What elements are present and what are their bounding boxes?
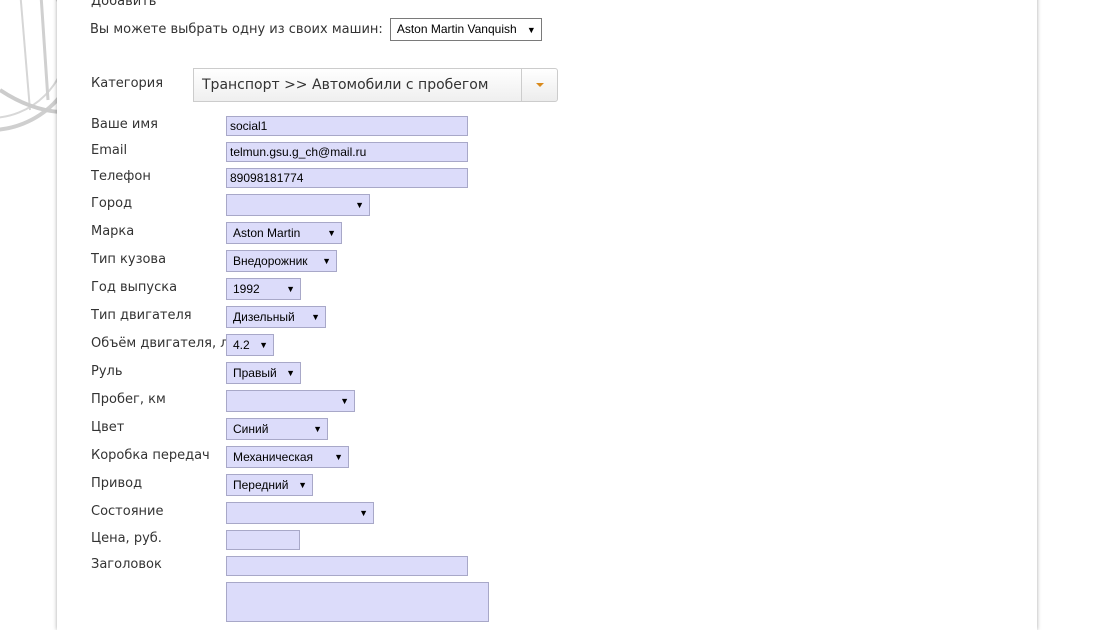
field-label: Ваше имя — [91, 117, 158, 132]
dropdown-arrow-icon: ▼ — [340, 396, 349, 406]
engine-type-select[interactable]: Дизельный ▼ — [226, 306, 326, 328]
choose-car-label: Вы можете выбрать одну из своих машин: — [90, 22, 383, 37]
headline-input[interactable] — [226, 556, 468, 576]
steering-select[interactable]: Правый ▼ — [226, 362, 301, 384]
add-title: Добавить — [91, 0, 157, 9]
condition-select[interactable]: ▼ — [226, 502, 374, 524]
choose-car-row: Вы можете выбрать одну из своих машин: A… — [90, 18, 542, 41]
background-wheel-decoration — [0, 0, 60, 132]
engine-volume-select[interactable]: 4.2 ▼ — [226, 334, 274, 356]
select-value: Правый — [233, 366, 277, 380]
dropdown-arrow-icon: ▼ — [311, 312, 320, 322]
field-label: Объём двигателя, л — [91, 336, 229, 351]
mileage-select[interactable]: ▼ — [226, 390, 355, 412]
dropdown-arrow-icon: ▼ — [355, 200, 364, 210]
gearbox-select[interactable]: Механическая ▼ — [226, 446, 349, 468]
category-dropdown-button[interactable] — [521, 68, 558, 102]
select-value: Синий — [233, 422, 269, 436]
select-value: 4.2 — [233, 338, 250, 352]
body-type-select[interactable]: Внедорожник ▼ — [226, 250, 337, 272]
dropdown-arrow-icon: ▼ — [322, 256, 331, 266]
brand-select[interactable]: Aston Martin ▼ — [226, 222, 342, 244]
field-label: Цена, руб. — [91, 531, 162, 546]
select-value: Внедорожник — [233, 254, 308, 268]
price-input[interactable] — [226, 530, 300, 550]
city-select[interactable]: ▼ — [226, 194, 370, 216]
year-select[interactable]: 1992 ▼ — [226, 278, 301, 300]
field-label: Пробег, км — [91, 392, 166, 407]
field-label: Заголовок — [91, 557, 162, 572]
category-label: Категория — [91, 76, 164, 91]
field-label: Привод — [91, 476, 143, 491]
field-label: Email — [91, 143, 128, 158]
field-label: Руль — [91, 364, 123, 379]
dropdown-arrow-icon: ▼ — [286, 368, 295, 378]
description-textarea[interactable] — [226, 582, 489, 622]
dropdown-arrow-icon: ▼ — [286, 284, 295, 294]
select-value: 1992 — [233, 282, 260, 296]
phone-input[interactable]: 89098181774 — [226, 168, 468, 188]
field-label: Телефон — [91, 169, 151, 184]
field-label: Состояние — [91, 504, 164, 519]
color-select[interactable]: Синий ▼ — [226, 418, 328, 440]
email-input[interactable]: telmun.gsu.g_ch@mail.ru — [226, 142, 468, 162]
drive-select[interactable]: Передний ▼ — [226, 474, 313, 496]
field-label: Город — [91, 196, 133, 211]
select-value: Механическая — [233, 450, 314, 464]
name-input[interactable]: social1 — [226, 116, 468, 136]
choose-car-value: Aston Martin Vanquish — [396, 22, 517, 36]
select-value: Передний — [233, 478, 289, 492]
field-label: Год выпуска — [91, 280, 178, 295]
dropdown-arrow-icon: ▼ — [334, 452, 343, 462]
field-label: Тип кузова — [91, 252, 167, 267]
select-value: Aston Martin — [233, 226, 301, 240]
caret-down-icon — [536, 83, 544, 87]
dropdown-arrow-icon: ▼ — [298, 480, 307, 490]
dropdown-arrow-icon: ▼ — [327, 228, 336, 238]
field-label: Цвет — [91, 420, 125, 435]
choose-car-select[interactable]: Aston Martin Vanquish ▼ — [389, 18, 542, 41]
dropdown-arrow-icon: ▼ — [313, 424, 322, 434]
category-select[interactable]: Транспорт >> Автомобили с пробегом — [193, 68, 522, 102]
field-label: Коробка передач — [91, 448, 210, 463]
field-label: Марка — [91, 224, 135, 239]
select-value: Дизельный — [233, 310, 295, 324]
dropdown-arrow-icon: ▼ — [526, 24, 536, 35]
dropdown-arrow-icon: ▼ — [259, 340, 268, 350]
field-label: Тип двигателя — [91, 308, 192, 323]
dropdown-arrow-icon: ▼ — [359, 508, 368, 518]
